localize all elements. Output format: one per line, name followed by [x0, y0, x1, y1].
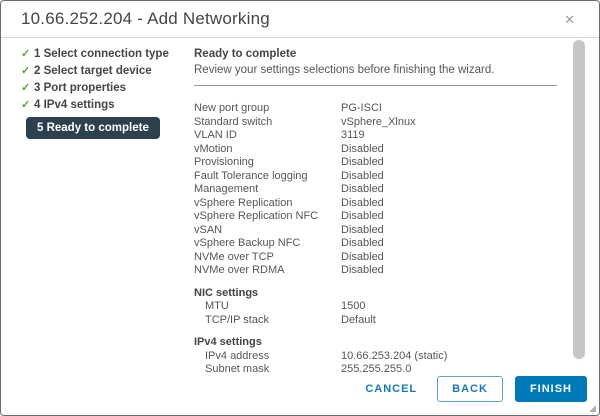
row-value: 255.255.255.0: [341, 363, 412, 375]
add-networking-dialog: 10.66.252.204 - Add Networking ✕ ✓ 1 Sele…: [0, 0, 600, 416]
check-icon: ✓: [21, 82, 31, 94]
row-label: NVMe over TCP: [194, 250, 274, 263]
row-value: Disabled: [341, 264, 384, 276]
wizard-steps: ✓ 1 Select connection type ✓ 2 Select targe…: [1, 38, 176, 362]
step-label: 4 IPv4 settings: [34, 98, 115, 111]
step-label: 5 Ready to complete: [37, 122, 149, 134]
row-value: Default: [341, 313, 376, 326]
row-label: vSphere Replication NFC: [194, 210, 319, 222]
row-label: TCP/IP stack: [205, 313, 269, 326]
settings-list: New port group PG-ISCI Standard switch vSph…: [194, 102, 557, 278]
row-value: Disabled: [341, 237, 384, 249]
row-value: Disabled: [341, 156, 384, 168]
settings-row: vSphere Replication Disabled: [194, 197, 557, 211]
wizard-step-1[interactable]: ✓ 1 Select connection type: [21, 45, 176, 62]
page-subtitle: Review your settings selections before f…: [194, 64, 495, 76]
row-label: Standard switch: [194, 115, 273, 128]
page-title: Ready to complete: [194, 48, 297, 60]
content-divider: [194, 85, 557, 86]
row-label: vMotion: [194, 142, 233, 155]
row-label: vSphere Backup NFC: [194, 237, 301, 249]
settings-section: NIC settings MTU 1500 TCP/IP stack Default: [194, 287, 557, 328]
finish-button[interactable]: FINISH: [514, 375, 587, 402]
wizard-step-4[interactable]: ✓ 4 IPv4 settings: [21, 96, 176, 113]
dialog-body: ✓ 1 Select connection type ✓ 2 Select targe…: [1, 38, 599, 375]
row-label: VLAN ID: [194, 129, 237, 141]
settings-row: NVMe over TCP Disabled: [194, 251, 557, 265]
settings-row: Fault Tolerance logging Disabled: [194, 170, 557, 184]
settings-row: Standard switch vSphere_Xlnux: [194, 116, 557, 130]
step-label: 1 Select connection type: [34, 47, 169, 60]
settings-sections: NIC settings MTU 1500 TCP/IP stack Default IP…: [194, 287, 557, 377]
step-label: 3 Port properties: [34, 81, 127, 94]
row-value: Disabled: [341, 223, 384, 236]
row-value: Disabled: [341, 196, 384, 209]
resize-handle-icon[interactable]: [589, 405, 596, 412]
check-icon: ✓: [21, 99, 31, 111]
content-panel: Ready to complete Review your settings s…: [176, 38, 599, 375]
row-value: 3119: [341, 129, 365, 141]
wizard-step-3[interactable]: ✓ 3 Port properties: [21, 79, 176, 96]
dialog-header: 10.66.252.204 - Add Networking ✕: [1, 1, 599, 38]
row-value: vSphere_Xlnux: [341, 115, 416, 128]
settings-row: New port group PG-ISCI: [194, 102, 557, 116]
settings-row: Subnet mask 255.255.255.0: [194, 363, 557, 377]
settings-section: IPv4 settings IPv4 address 10.66.253.204 (…: [194, 336, 557, 377]
settings-row: vMotion Disabled: [194, 143, 557, 157]
settings-row: TCP/IP stack Default: [194, 314, 557, 328]
settings-row: IPv4 address 10.66.253.204 (static): [194, 350, 557, 364]
row-value: Disabled: [341, 250, 384, 263]
settings-row: VLAN ID 3119: [194, 129, 557, 143]
check-icon: ✓: [21, 48, 31, 60]
row-label: Subnet mask: [205, 363, 270, 375]
settings-row: vSphere Replication NFC Disabled: [194, 210, 557, 224]
cancel-button[interactable]: CANCEL: [357, 377, 425, 401]
wizard-step-2[interactable]: ✓ 2 Select target device: [21, 62, 176, 79]
scrollbar-thumb[interactable]: [573, 40, 585, 359]
dialog-title: 10.66.252.204 - Add Networking: [21, 9, 270, 28]
settings-row: Provisioning Disabled: [194, 156, 557, 170]
row-label: vSAN: [194, 223, 223, 236]
settings-row: vSphere Backup NFC Disabled: [194, 237, 557, 251]
row-label: New port group: [194, 102, 270, 114]
settings-row: Management Disabled: [194, 183, 557, 197]
row-value: Disabled: [341, 210, 384, 222]
settings-row: vSAN Disabled: [194, 224, 557, 238]
scrollbar[interactable]: [573, 39, 585, 361]
section-title: NIC settings: [194, 286, 259, 299]
row-label: NVMe over RDMA: [194, 264, 285, 276]
row-label: Fault Tolerance logging: [194, 169, 308, 182]
close-icon[interactable]: ✕: [560, 11, 579, 28]
step-label: 2 Select target device: [34, 64, 152, 77]
row-value: PG-ISCI: [341, 102, 382, 114]
section-title: IPv4 settings: [194, 336, 262, 348]
row-label: IPv4 address: [205, 349, 270, 362]
row-value: 10.66.253.204 (static): [341, 349, 448, 362]
row-value: Disabled: [341, 142, 384, 155]
row-value: Disabled: [341, 183, 384, 195]
row-value: 1500: [341, 300, 366, 312]
wizard-step-5[interactable]: 5 Ready to complete: [26, 117, 160, 139]
row-label: vSphere Replication: [194, 196, 293, 209]
settings-row: MTU 1500: [194, 300, 557, 314]
check-icon: ✓: [21, 65, 31, 77]
row-value: Disabled: [341, 169, 384, 182]
settings-row: NVMe over RDMA Disabled: [194, 264, 557, 278]
row-label: Management: [194, 183, 259, 195]
row-label: MTU: [205, 300, 229, 312]
back-button[interactable]: BACK: [437, 375, 503, 402]
row-label: Provisioning: [194, 156, 254, 168]
